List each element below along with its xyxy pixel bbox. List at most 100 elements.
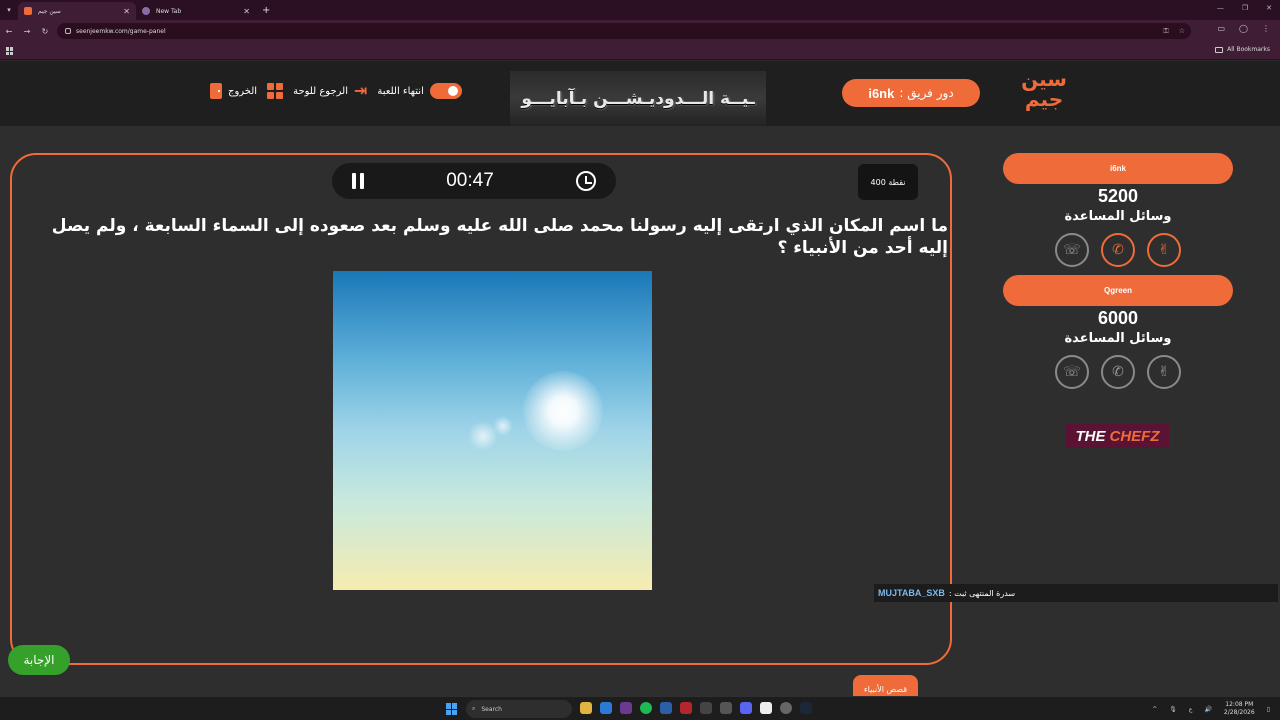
folder-icon xyxy=(1215,46,1224,53)
discord-icon[interactable] xyxy=(740,702,752,714)
exit-door-icon xyxy=(210,83,222,99)
game-header: سين جيم دور فريق : i6nk ـيــة الـــدوديـ… xyxy=(0,61,1280,126)
network-volume-icon[interactable]: 🔊 xyxy=(1204,706,1211,713)
call-friend-icon[interactable]: ☏ xyxy=(1055,355,1089,389)
mic-icon[interactable]: 🎙 xyxy=(1169,706,1177,713)
lens-flare xyxy=(493,416,513,436)
back-to-board-button[interactable]: ⇥ الرجوع للوحة xyxy=(293,83,367,99)
question-image xyxy=(333,271,652,590)
taskbar-search[interactable]: ⌕ Search xyxy=(466,700,572,718)
reload-icon[interactable]: ↻ xyxy=(36,27,54,36)
chrome-icon[interactable] xyxy=(620,702,632,714)
team-name-pill: Qgreen xyxy=(1003,275,1233,306)
current-turn-pill: دور فريق : i6nk xyxy=(842,79,980,107)
team-score: 6000 xyxy=(1097,308,1139,328)
exit-button[interactable]: الخروج xyxy=(210,83,257,99)
grid-icon xyxy=(267,83,284,99)
sponsor-part2: CHEFZ xyxy=(1109,427,1160,445)
answer-button[interactable]: الإجابة xyxy=(8,645,70,675)
pause-icon[interactable] xyxy=(352,173,364,189)
app-icon[interactable] xyxy=(660,702,672,714)
tab-close-icon[interactable]: ✕ xyxy=(123,7,130,16)
file-explorer-icon[interactable] xyxy=(580,702,592,714)
profile-icon[interactable]: ◯ xyxy=(1239,24,1248,33)
team-aids: ☏ ✆ ✌ xyxy=(1055,355,1181,389)
app-icon[interactable] xyxy=(680,702,692,714)
ticker-message: : سدرة المنتهى ثبت xyxy=(948,588,1016,598)
url-bar[interactable]: seenjeemkw.com/game-panel ⚿ ☆ xyxy=(57,23,1191,39)
language-indicator[interactable]: ع xyxy=(1189,706,1193,713)
sponsor-banner: ـيــة الـــدوديـشـــن بـآبايـــو xyxy=(510,71,766,126)
system-tray: ^ 🎙 ع 🔊 12:08 PM 2/28/2026 ▯ xyxy=(1152,701,1270,717)
clock-date: 2/28/2026 xyxy=(1223,709,1255,716)
reset-timer-icon[interactable] xyxy=(575,171,596,191)
end-game-label: انتهاء اللعبة xyxy=(377,85,424,97)
aids-label: وسائل المساعدة xyxy=(1064,209,1172,224)
end-game-button[interactable]: انتهاء اللعبة xyxy=(377,83,462,99)
tab-title: New Tab xyxy=(156,7,182,15)
board-grid-button[interactable] xyxy=(267,83,284,99)
settings-icon[interactable] xyxy=(720,702,732,714)
back-icon[interactable]: ← xyxy=(0,27,18,36)
site-info-icon[interactable] xyxy=(65,28,71,34)
react-icon[interactable] xyxy=(700,702,712,714)
phone-icon[interactable]: ✆ xyxy=(1101,355,1135,389)
header-actions: انتهاء اللعبة ⇥ الرجوع للوحة الخروج xyxy=(210,83,462,99)
obs-icon[interactable] xyxy=(780,702,792,714)
spotify-icon[interactable] xyxy=(640,702,652,714)
site-favicon-icon xyxy=(24,7,32,15)
tab-close-icon[interactable]: ✕ xyxy=(243,7,250,16)
phone-icon[interactable]: ✆ xyxy=(1101,233,1135,267)
two-answers-icon[interactable]: ✌ xyxy=(1147,355,1181,389)
all-bookmarks-button[interactable]: All Bookmarks xyxy=(1215,46,1270,53)
question-text: ما اسم المكان الذي ارتقى إليه رسولنا محم… xyxy=(51,216,948,258)
cast-icon[interactable]: ▭ xyxy=(1217,24,1225,33)
edge-icon[interactable] xyxy=(600,702,612,714)
search-placeholder: Search xyxy=(481,705,502,713)
question-card: 00:47 400 نقطة ما اسم المكان الذي ارتقى … xyxy=(10,153,952,703)
new-tab-icon[interactable]: + xyxy=(262,5,270,16)
browser-tabbar: ▾ سين جيم ✕ New Tab ✕ + — ❐ ✕ xyxy=(0,0,1280,20)
chevron-up-icon[interactable]: ^ xyxy=(1152,706,1157,713)
bookmarks-bar: All Bookmarks xyxy=(0,42,1280,60)
clock-time: 12:08 PM xyxy=(1225,701,1254,708)
notifications-icon[interactable]: ▯ xyxy=(1267,706,1270,713)
taskbar-apps xyxy=(580,702,812,714)
newtab-favicon-icon xyxy=(142,7,150,15)
end-game-toggle-icon[interactable] xyxy=(429,83,462,99)
chat-ticker: MUJTABA_SXB : سدرة المنتهى ثبت xyxy=(874,584,1278,602)
maximize-icon[interactable]: ❐ xyxy=(1242,4,1248,12)
arrow-in-icon: ⇥ xyxy=(354,81,368,100)
tab-search-icon[interactable]: ▾ xyxy=(0,6,18,14)
sun-glow xyxy=(523,371,603,451)
tab-title: سين جيم xyxy=(38,7,61,15)
tab-new-tab[interactable]: New Tab ✕ xyxy=(136,2,256,20)
window-controls: — ❐ ✕ xyxy=(1217,4,1272,12)
aids-label: وسائل المساعدة xyxy=(1064,331,1172,346)
team-score: 5200 xyxy=(1097,186,1139,206)
call-friend-icon[interactable]: ☏ xyxy=(1055,233,1089,267)
turn-team: i6nk xyxy=(868,85,895,101)
steam-icon[interactable] xyxy=(800,702,812,714)
bookmark-star-icon[interactable]: ☆ xyxy=(1179,27,1185,36)
close-window-icon[interactable]: ✕ xyxy=(1266,4,1272,12)
start-icon[interactable] xyxy=(446,703,458,715)
game-panel: 00:47 400 نقطة ما اسم المكان الذي ارتقى … xyxy=(0,126,1280,703)
sponsor-part1: THE xyxy=(1075,427,1106,445)
minimize-icon[interactable]: — xyxy=(1217,4,1224,12)
apps-grid-icon[interactable] xyxy=(6,47,14,55)
sponsor-logo: THE CHEFZ xyxy=(1066,424,1169,448)
menu-icon[interactable]: ⋮ xyxy=(1262,24,1270,33)
seen-jeem-logo: سين جيم xyxy=(1021,67,1067,111)
app-icon[interactable] xyxy=(760,702,772,714)
password-key-icon[interactable]: ⚿ xyxy=(1163,27,1168,36)
address-toolbar: ← → ↻ seenjeemkw.com/game-panel ⚿ ☆ ▭ ◯ … xyxy=(0,20,1280,42)
timer-bar: 00:47 xyxy=(332,163,616,199)
tab-seen-jeem[interactable]: سين جيم ✕ xyxy=(18,2,136,20)
banner-text: ـيــة الـــدوديـشـــن بـآبايـــو xyxy=(521,88,755,109)
two-answers-icon[interactable]: ✌ xyxy=(1147,233,1181,267)
forward-icon[interactable]: → xyxy=(18,27,36,36)
ticker-username: MUJTABA_SXB xyxy=(878,588,945,598)
clock[interactable]: 12:08 PM 2/28/2026 xyxy=(1224,701,1255,717)
points-badge: 400 نقطة xyxy=(858,164,918,200)
